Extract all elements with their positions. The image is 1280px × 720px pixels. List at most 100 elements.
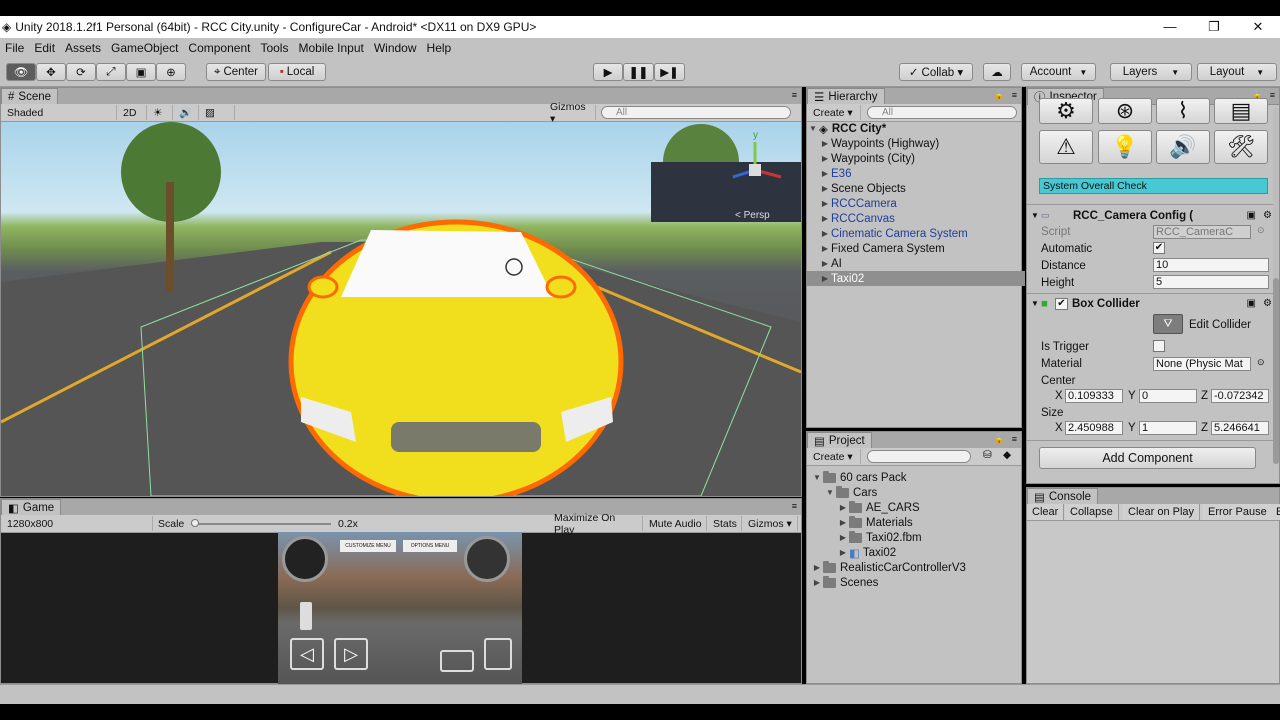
project-search-input[interactable] <box>867 450 971 463</box>
console-collapse-button[interactable]: Collapse <box>1065 504 1119 520</box>
expand-arrow-icon[interactable]: ▶ <box>837 503 849 512</box>
stats-toggle[interactable]: Stats <box>709 516 742 531</box>
project-item[interactable]: ▶ Scenes <box>807 575 1025 590</box>
gizmos-dropdown[interactable]: Gizmos ▾ <box>546 101 596 125</box>
project-item[interactable]: ▶ Taxi02.fbm <box>807 530 1025 545</box>
project-item[interactable]: ▼ Cars <box>807 485 1025 500</box>
hierarchy-item[interactable]: ▶ RCCCamera <box>807 196 1025 211</box>
camera-config-header[interactable]: ▼ ▭ RCC_Camera Config ( ▣ ⚙ <box>1031 208 1276 223</box>
menu-mobile-input[interactable]: Mobile Input <box>293 41 368 55</box>
material-field[interactable]: None (Physic Mat <box>1153 357 1251 371</box>
center-y-field[interactable]: 0 <box>1139 389 1197 403</box>
hierarchy-item[interactable]: ▶ Waypoints (Highway) <box>807 136 1025 151</box>
steer-right-button[interactable]: ▷ <box>334 638 368 670</box>
account-dropdown[interactable]: Account ▼ <box>1021 63 1096 81</box>
automatic-checkbox[interactable]: ✔ <box>1153 242 1165 254</box>
tab-hierarchy[interactable]: ☰ Hierarchy <box>807 88 885 105</box>
expand-arrow-icon[interactable]: ▼ <box>824 488 836 497</box>
expand-arrow-icon[interactable]: ▶ <box>819 244 831 253</box>
expand-arrow-icon[interactable]: ▶ <box>819 184 831 193</box>
hierarchy-item[interactable]: ▶ Waypoints (City) <box>807 151 1025 166</box>
hierarchy-item[interactable]: ▶ E36 <box>807 166 1025 181</box>
project-item[interactable]: ▶ Materials <box>807 515 1025 530</box>
game-view[interactable]: CUSTOMIZE MENU OPTIONS MENU ◁ ▷ <box>278 532 522 684</box>
lock-icon[interactable]: 🔒 <box>994 434 1005 445</box>
pivot-local-button[interactable]: ▪ Local <box>268 63 326 81</box>
mode-2d-toggle[interactable]: 2D <box>119 105 147 120</box>
expand-arrow-icon[interactable]: ▶ <box>819 214 831 223</box>
distance-field[interactable]: 10 <box>1153 258 1269 272</box>
size-y-field[interactable]: 1 <box>1139 421 1197 435</box>
lock-icon[interactable]: 🔒 <box>994 90 1005 101</box>
audio-toggle[interactable]: 🔊 <box>175 105 199 120</box>
console-error-pause-button[interactable]: Error Pause <box>1203 504 1273 520</box>
game-gizmos-dropdown[interactable]: Gizmos ▾ <box>744 516 798 531</box>
scene-viewport[interactable]: y < Persp <box>1 122 801 496</box>
console-edi-button[interactable]: Edi <box>1271 504 1280 520</box>
gas-pedal-button[interactable] <box>484 638 512 670</box>
size-z-field[interactable]: 5.246641 <box>1211 421 1269 435</box>
settings-gear-icon[interactable]: ⚙ <box>1263 210 1272 221</box>
menu-tools[interactable]: Tools <box>255 41 293 55</box>
engine-settings-button[interactable]: ▤ <box>1214 98 1268 124</box>
mute-audio-toggle[interactable]: Mute Audio <box>645 516 707 531</box>
expand-arrow-icon[interactable]: ▶ <box>837 548 849 557</box>
hierarchy-item[interactable]: ▶ Taxi02 <box>807 271 1025 286</box>
panel-menu-icon[interactable]: ≡ <box>1012 90 1017 100</box>
box-collider-enabled-checkbox[interactable]: ✔ <box>1055 297 1068 310</box>
panel-menu-icon[interactable]: ≡ <box>792 501 797 511</box>
tools-settings-button[interactable]: 🛠 <box>1214 130 1268 164</box>
wheel-settings-button[interactable]: ⚙ <box>1039 98 1093 124</box>
maximize-on-play-toggle[interactable]: Maximize On Play <box>550 512 643 536</box>
system-overall-check-button[interactable]: System Overall Check <box>1039 178 1268 194</box>
panel-menu-icon[interactable]: ≡ <box>792 90 797 100</box>
menu-window[interactable]: Window <box>369 41 422 55</box>
steering-settings-button[interactable]: ⊛ <box>1098 98 1152 124</box>
restore-button[interactable]: ❐ <box>1192 16 1236 38</box>
resolution-dropdown[interactable]: 1280x800 <box>3 516 153 531</box>
hierarchy-item[interactable]: ▶ AI <box>807 256 1025 271</box>
steer-left-button[interactable]: ◁ <box>290 638 324 670</box>
cloud-button[interactable]: ☁ <box>983 63 1011 81</box>
sound-settings-button[interactable]: 🔊 <box>1156 130 1210 164</box>
hierarchy-item[interactable]: ▶ Fixed Camera System <box>807 241 1025 256</box>
project-item[interactable]: ▶ ◧ Taxi02 <box>807 545 1025 560</box>
brake-pedal-button[interactable] <box>440 650 474 672</box>
menu-gameobject[interactable]: GameObject <box>106 41 183 55</box>
expand-arrow-icon[interactable]: ▶ <box>837 533 849 542</box>
minimize-button[interactable]: — <box>1148 16 1192 38</box>
filter-type-icon[interactable]: ⛁ <box>983 449 992 461</box>
expand-arrow-icon[interactable]: ▼ <box>811 473 823 482</box>
pause-button[interactable]: ❚❚ <box>623 63 654 81</box>
scene-search-input[interactable]: All <box>601 106 791 119</box>
center-x-field[interactable]: 0.109333 <box>1065 389 1123 403</box>
project-item[interactable]: ▼ 60 cars Pack <box>807 470 1025 485</box>
menu-component[interactable]: Component <box>183 41 255 55</box>
project-item[interactable]: ▶ RealisticCarControllerV3 <box>807 560 1025 575</box>
console-clear-on-play-button[interactable]: Clear on Play <box>1123 504 1201 520</box>
project-item[interactable]: ▶ AE_CARS <box>807 500 1025 515</box>
box-collider-header[interactable]: ▼ ■ ✔ Box Collider ▣ ⚙ <box>1031 296 1276 311</box>
inspector-scrollbar[interactable] <box>1273 108 1279 464</box>
menu-edit[interactable]: Edit <box>29 41 60 55</box>
hierarchy-search-input[interactable]: All <box>867 106 1017 119</box>
step-button[interactable]: ▶❚ <box>654 63 685 81</box>
expand-arrow-icon[interactable]: ▶ <box>811 578 823 587</box>
effects-dropdown[interactable]: ▨ <box>201 105 235 120</box>
help-icon[interactable]: ▣ <box>1247 298 1256 309</box>
layers-dropdown[interactable]: Layers ▼ <box>1110 63 1192 81</box>
expand-arrow-icon[interactable]: ▶ <box>819 229 831 238</box>
inspector-scrollbar-thumb[interactable] <box>1273 278 1279 464</box>
stability-settings-button[interactable]: ⚠ <box>1039 130 1093 164</box>
scale-slider[interactable] <box>191 519 331 527</box>
hierarchy-create-dropdown[interactable]: Create ▾ <box>809 105 861 120</box>
menu-assets[interactable]: Assets <box>60 41 106 55</box>
project-create-dropdown[interactable]: Create ▾ <box>809 449 861 464</box>
customize-menu-button[interactable]: CUSTOMIZE MENU <box>340 540 396 552</box>
suspension-settings-button[interactable]: ⌇ <box>1156 98 1210 124</box>
persp-label[interactable]: < Persp <box>735 210 770 221</box>
menu-help[interactable]: Help <box>422 41 457 55</box>
expand-arrow-icon[interactable]: ▶ <box>819 169 831 178</box>
transform-tool-button[interactable]: ⊕ <box>156 63 186 81</box>
settings-gear-icon[interactable]: ⚙ <box>1263 298 1272 309</box>
